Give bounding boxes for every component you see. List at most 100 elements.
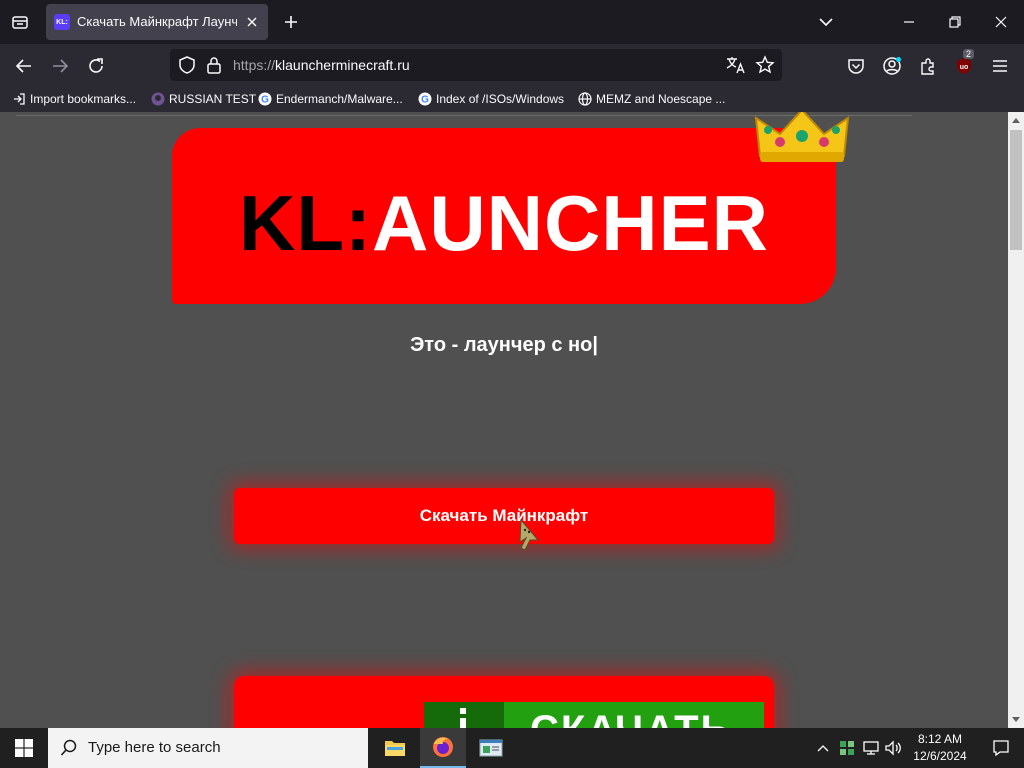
tab-list-button[interactable] [8, 10, 32, 34]
scroll-down-button[interactable] [1008, 712, 1024, 728]
scroll-up-arrow-icon [1012, 118, 1020, 123]
cursor-icon [519, 518, 540, 551]
close-icon [247, 17, 257, 27]
bookmark-item[interactable]: RUSSIAN TEST [151, 90, 256, 108]
back-button[interactable] [11, 53, 37, 79]
tracking-protection-button[interactable] [178, 56, 196, 79]
download-banner[interactable]: СКАЧАТЬ [234, 676, 774, 728]
start-button[interactable] [0, 728, 48, 768]
pocket-icon [848, 59, 864, 74]
extension-badge: 2 [963, 49, 975, 59]
translate-button[interactable] [726, 56, 746, 79]
network-button[interactable] [860, 728, 882, 768]
bookmark-item[interactable]: G Endermanch/Malware... [258, 90, 403, 108]
bookmark-item[interactable]: G Index of /ISOs/Windows [418, 90, 564, 108]
github-icon [151, 92, 165, 106]
firefox-icon [433, 737, 453, 757]
logo-text-colon: : [345, 179, 372, 267]
bookmark-item[interactable]: MEMZ and Noescape ... [578, 90, 725, 108]
clock-time: 8:12 AM [917, 732, 963, 746]
bookmark-star-button[interactable] [755, 55, 775, 80]
ublock-button[interactable]: uo 2 [951, 49, 977, 79]
download-minecraft-button[interactable]: Скачать Майнкрафт [234, 488, 774, 544]
menu-icon [993, 60, 1007, 72]
svg-text:G: G [421, 95, 429, 106]
taskbar-file-explorer[interactable] [372, 728, 418, 768]
url-bar[interactable]: https://klauncherminecraft.ru [170, 49, 782, 81]
tab-list-icon [12, 16, 28, 29]
crown-icon [754, 112, 850, 162]
bookmark-label: Endermanch/Malware... [276, 92, 403, 106]
forward-arrow-icon [53, 59, 69, 73]
bookmark-label: RUSSIAN TEST [169, 92, 257, 106]
logo-banner: KL:AUNCHER [172, 128, 836, 304]
shield-icon [179, 56, 195, 74]
search-icon [60, 739, 77, 756]
globe-icon [578, 92, 592, 106]
back-arrow-icon [15, 59, 31, 73]
logo-text: KL:AUNCHER [172, 178, 836, 269]
logo-text-kl: KL [239, 179, 345, 267]
app-window-icon [479, 739, 503, 757]
banner-text: СКАЧАТЬ [530, 708, 731, 728]
file-explorer-icon [385, 741, 405, 756]
forward-button[interactable] [47, 53, 73, 79]
tab-close-button[interactable] [242, 12, 262, 32]
extensions-icon [921, 58, 934, 75]
tab-bar: KL: Скачать Майнкрафт Лаунчер [0, 0, 1024, 44]
ublock-icon: uo [957, 58, 971, 74]
tray-app-icon [840, 741, 854, 755]
list-all-tabs-button[interactable] [803, 0, 849, 44]
restore-button[interactable] [932, 0, 978, 44]
bookmark-label: Index of /ISOs/Windows [436, 92, 565, 106]
tab-favicon: KL: [54, 14, 70, 30]
url-text[interactable]: https://klauncherminecraft.ru [233, 57, 410, 73]
logo-text-auncher: AUNCHER [371, 179, 769, 267]
volume-icon [885, 740, 901, 756]
lock-icon [207, 57, 221, 74]
close-icon [995, 16, 1007, 28]
account-button[interactable] [879, 53, 905, 79]
chevron-up-icon [817, 745, 829, 752]
bookmark-label: MEMZ and Noescape ... [596, 92, 726, 106]
clock-date: 12/6/2024 [913, 749, 967, 763]
window-close-button[interactable] [978, 0, 1024, 44]
windows-taskbar: Type here to search 8:12 AM 12/6/2024 [0, 728, 1024, 768]
new-tab-button[interactable] [279, 10, 303, 34]
minimize-button[interactable] [886, 0, 932, 44]
extensions-button[interactable] [915, 53, 941, 79]
vertical-scrollbar[interactable] [1008, 112, 1024, 728]
windows-logo-icon [15, 739, 33, 757]
taskbar-firefox[interactable] [420, 728, 466, 768]
reload-button[interactable] [83, 53, 109, 79]
taskbar-app[interactable] [468, 728, 514, 768]
show-hidden-icons-button[interactable] [812, 728, 834, 768]
translate-icon [726, 57, 745, 74]
bookmark-label: Import bookmarks... [30, 92, 137, 106]
scrollbar-thumb[interactable] [1010, 130, 1022, 250]
pocket-button[interactable] [843, 53, 869, 79]
tray-app-button[interactable] [836, 728, 858, 768]
volume-button[interactable] [882, 728, 904, 768]
chevron-down-icon [819, 18, 833, 27]
tagline: Это - лаунчер с но| [410, 334, 598, 356]
page-content: KL:AUNCHER Это - лаунчер с но| Скачать М… [0, 112, 1008, 728]
bookmark-item[interactable]: Import bookmarks... [12, 90, 136, 108]
reload-icon [89, 58, 103, 73]
account-icon [883, 57, 901, 75]
restore-icon [949, 16, 961, 28]
google-icon: G [418, 92, 432, 106]
svg-text:uo: uo [960, 64, 969, 71]
taskbar-search-box[interactable]: Type here to search [48, 728, 368, 768]
notification-center-button[interactable] [978, 728, 1024, 768]
tab-active[interactable]: KL: Скачать Майнкрафт Лаунчер [46, 4, 268, 40]
google-icon: G [258, 92, 272, 106]
notification-icon [993, 740, 1009, 757]
star-icon [755, 55, 775, 74]
scroll-up-button[interactable] [1008, 112, 1024, 128]
url-scheme: https:// [233, 57, 276, 73]
taskbar-clock[interactable]: 8:12 AM 12/6/2024 [904, 731, 976, 765]
tab-title: Скачать Майнкрафт Лаунчер [77, 14, 237, 29]
app-menu-button[interactable] [987, 53, 1013, 79]
site-info-button[interactable] [206, 56, 222, 79]
